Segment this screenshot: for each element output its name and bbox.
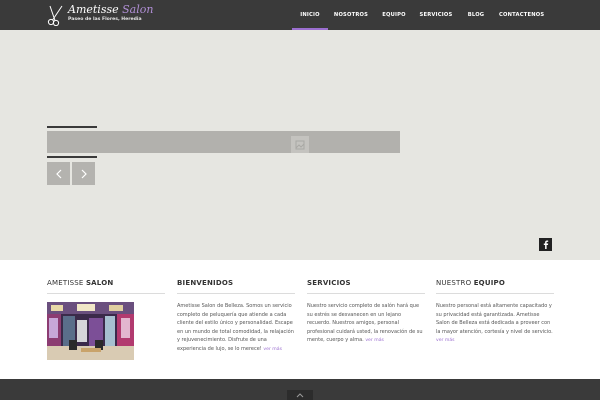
about-salon-section: AMETISSE SALON: [47, 279, 165, 364]
section-title-salon: AMETISSE SALON: [47, 279, 114, 287]
facebook-button[interactable]: [539, 238, 552, 251]
chevron-left-icon: [55, 169, 61, 178]
section-title-equipo: NUESTRO EQUIPO: [436, 279, 506, 287]
scissors-icon: [47, 5, 63, 26]
chevron-up-icon: [296, 393, 304, 398]
bienvenidos-section: BIENVENIDOS Ametisse Salon de Belleza. S…: [177, 279, 295, 355]
section-divider: [47, 293, 165, 294]
logo-title: Ametisse Salon: [68, 3, 154, 16]
bienvenidos-text: Ametisse Salon de Belleza. Somos un serv…: [177, 303, 294, 352]
section-title-servicios: SERVICIOS: [307, 279, 351, 287]
image-placeholder-icon: [295, 140, 305, 149]
hero-slider: [0, 30, 600, 260]
slide-caption-top-line: [47, 126, 97, 128]
chevron-right-icon: [81, 169, 87, 178]
slider-prev-button[interactable]: [47, 162, 70, 185]
site-header: Ametisse Salon Paseo de las Flores, Here…: [0, 0, 600, 30]
logo-title-accent: Salon: [122, 3, 154, 16]
nav-item-nosotros[interactable]: NOSOTROS: [333, 0, 369, 30]
facebook-icon: [543, 240, 548, 249]
section-divider: [436, 293, 554, 294]
slide-caption-bottom-line: [47, 156, 97, 158]
equipo-section: NUESTRO EQUIPO Nuestro personal está alt…: [436, 279, 554, 346]
ver-mas-link-bienvenidos[interactable]: ver más: [263, 347, 282, 352]
section-divider: [177, 293, 295, 294]
logo-text: Ametisse Salon Paseo de las Flores, Here…: [68, 4, 153, 23]
nav-item-equipo[interactable]: EQUIPO: [377, 0, 411, 30]
servicios-text: Nuestro servicio completo de salón hará …: [307, 303, 423, 344]
nav-item-servicios[interactable]: SERVICIOS: [418, 0, 454, 30]
servicios-section: SERVICIOS Nuestro servicio completo de s…: [307, 279, 425, 346]
logo-subtitle: Paseo de las Flores, Heredia: [68, 17, 142, 22]
site-footer: [0, 379, 600, 400]
nav-item-inicio[interactable]: INICIO: [292, 0, 328, 30]
back-to-top-button[interactable]: [287, 390, 313, 400]
section-divider: [307, 293, 425, 294]
nav-item-blog[interactable]: BLOG: [462, 0, 490, 30]
section-title-bienvenidos: BIENVENIDOS: [177, 279, 234, 287]
slider-next-button[interactable]: [72, 162, 95, 185]
equipo-text: Nuestro personal está altamente capacita…: [436, 303, 553, 344]
ver-mas-link-equipo[interactable]: ver más: [436, 338, 455, 343]
site-logo[interactable]: Ametisse Salon Paseo de las Flores, Here…: [47, 4, 153, 26]
slide-image-icon: [291, 136, 309, 153]
ver-mas-link-servicios[interactable]: ver más: [365, 338, 384, 343]
slide-caption-bar: [47, 131, 400, 153]
nav-item-contactenos[interactable]: CONTACTENOS: [499, 0, 544, 30]
salon-interior-photo: [47, 302, 134, 360]
